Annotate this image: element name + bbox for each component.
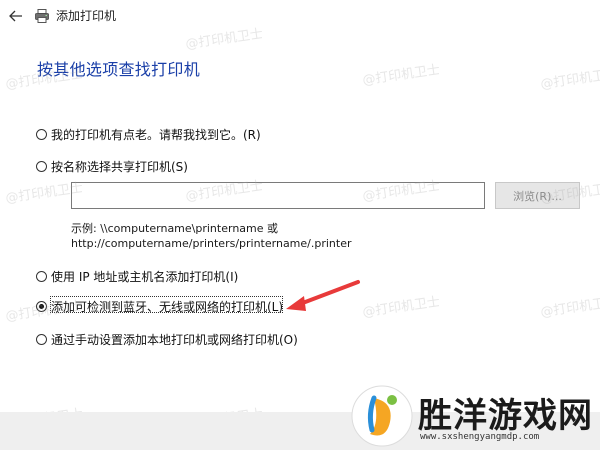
radio-button[interactable] [36, 161, 47, 172]
radio-button[interactable] [36, 271, 47, 282]
option-bluetooth-wireless-network[interactable]: 添加可检测到蓝牙、无线或网络的打印机(L) [36, 298, 283, 315]
radio-button-selected[interactable] [36, 301, 47, 312]
option-label: 按名称选择共享打印机(S) [51, 160, 188, 174]
option-manual-local-network[interactable]: 通过手动设置添加本地打印机或网络打印机(O) [36, 331, 298, 348]
window-title: 添加打印机 [56, 9, 117, 23]
watermark: @打印机卫士 [361, 294, 441, 321]
option-ip-address[interactable]: 使用 IP 地址或主机名添加打印机(I) [36, 268, 238, 285]
back-button[interactable] [6, 6, 26, 26]
site-logo: 胜洋游戏网 www.sxshengyangmdp.com [350, 384, 598, 448]
printer-icon [35, 9, 49, 23]
logo-mark-icon [351, 385, 413, 447]
logo-url: www.sxshengyangmdp.com [420, 432, 540, 442]
radio-button[interactable] [36, 334, 47, 345]
option-label: 使用 IP 地址或主机名添加打印机(I) [51, 270, 239, 284]
browse-button[interactable]: 浏览(R)... [495, 182, 580, 209]
example-text-line2: http://computername/printers/printername… [71, 237, 352, 250]
radio-button[interactable] [36, 129, 47, 140]
printer-name-input[interactable] [71, 182, 485, 209]
watermark: @打印机卫士 [361, 62, 441, 89]
option-old-printer[interactable]: 我的打印机有点老。请帮我找到它。(R) [36, 126, 261, 143]
option-label: 通过手动设置添加本地打印机或网络打印机(O) [51, 333, 298, 347]
red-arrow-annotation-icon [286, 280, 360, 311]
title-bar: 添加打印机 [0, 0, 600, 32]
back-arrow-icon [9, 10, 22, 22]
page-heading: 按其他选项查找打印机 [37, 60, 201, 79]
watermark: @打印机卫士 [539, 66, 600, 93]
watermark: @打印机卫士 [539, 294, 600, 321]
option-label: 添加可检测到蓝牙、无线或网络的打印机(L) [51, 300, 284, 314]
example-text-line1: 示例: \\computername\printername 或 [71, 222, 279, 235]
option-label: 我的打印机有点老。请帮我找到它。(R) [51, 128, 261, 142]
option-shared-printer[interactable]: 按名称选择共享打印机(S) [36, 158, 188, 175]
logo-text: 胜洋游戏网 [418, 396, 593, 436]
